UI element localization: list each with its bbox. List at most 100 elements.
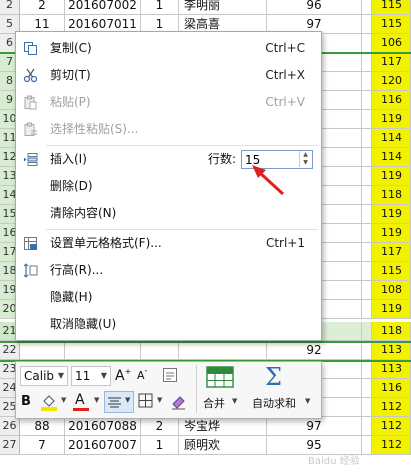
menu-item-delete[interactable]: 删除(D) <box>16 173 321 200</box>
grow-font-button[interactable]: A+ <box>115 366 133 386</box>
table-cell[interactable]: 2 <box>20 0 65 15</box>
menu-item-copy[interactable]: 复制(C) Ctrl+C <box>16 35 321 62</box>
table-cell[interactable]: 114 <box>372 129 411 148</box>
rows-count-spinner[interactable]: ▲ ▼ <box>299 151 311 168</box>
table-cell[interactable]: 201607088 <box>65 417 141 436</box>
chevron-down-icon[interactable]: ▼ <box>94 396 99 404</box>
eraser-button[interactable] <box>170 393 188 413</box>
table-cell[interactable] <box>362 224 372 243</box>
shrink-font-button[interactable]: A- <box>137 366 153 386</box>
table-cell[interactable] <box>179 341 267 360</box>
table-cell[interactable] <box>362 15 372 34</box>
table-cell[interactable]: 2 <box>141 417 179 436</box>
table-cell[interactable] <box>65 341 141 360</box>
table-cell[interactable]: 119 <box>372 224 411 243</box>
bold-button[interactable]: B <box>21 392 35 412</box>
font-color-button[interactable]: A ▼ <box>73 392 103 412</box>
table-cell[interactable]: 7 <box>20 436 65 455</box>
spin-up-icon[interactable]: ▲ <box>299 151 311 159</box>
chevron-down-icon[interactable]: ▼ <box>232 397 237 405</box>
table-cell[interactable]: 岑宝烨 <box>179 417 267 436</box>
table-cell[interactable]: 114 <box>372 148 411 167</box>
table-cell[interactable] <box>362 322 372 341</box>
table-cell[interactable]: 113 <box>372 341 411 360</box>
table-cell[interactable]: 119 <box>372 167 411 186</box>
table-cell[interactable] <box>141 341 179 360</box>
table-cell[interactable]: 112 <box>372 398 411 417</box>
chevron-down-icon[interactable]: ▼ <box>58 367 64 385</box>
table-cell[interactable]: 92 <box>267 341 362 360</box>
chevron-down-icon[interactable]: ▼ <box>157 396 162 404</box>
chevron-down-icon[interactable]: ▼ <box>61 396 66 404</box>
table-cell[interactable]: 112 <box>372 436 411 455</box>
table-cell[interactable] <box>362 34 372 53</box>
fill-color-button[interactable]: ▼ <box>40 393 70 413</box>
borders-button[interactable]: ▼ <box>138 393 168 413</box>
menu-item-paste[interactable]: 粘贴(P) Ctrl+V <box>16 89 321 116</box>
chevron-down-icon[interactable]: ▼ <box>101 367 107 385</box>
table-cell[interactable]: 97 <box>267 417 362 436</box>
table-cell[interactable] <box>362 360 372 379</box>
font-size-combo[interactable]: 11 ▼ <box>71 366 111 386</box>
row-header[interactable]: 26 <box>0 417 20 436</box>
table-cell[interactable] <box>362 205 372 224</box>
table-cell[interactable] <box>362 0 372 15</box>
chevron-down-icon[interactable]: ▼ <box>305 397 310 405</box>
table-cell[interactable]: 88 <box>20 417 65 436</box>
table-cell[interactable] <box>362 91 372 110</box>
menu-item-unhide[interactable]: 取消隐藏(U) <box>16 311 321 338</box>
format-painter-box-button[interactable] <box>162 367 178 383</box>
table-cell[interactable] <box>20 341 65 360</box>
table-cell[interactable] <box>362 341 372 360</box>
table-row[interactable]: 2 2 201607002 1 李明丽 96 115 <box>0 0 411 15</box>
table-cell[interactable] <box>362 72 372 91</box>
table-cell[interactable] <box>362 186 372 205</box>
menu-item-insert[interactable]: 插入(I) 行数: ▲ ▼ <box>16 146 321 173</box>
table-cell[interactable]: 119 <box>372 110 411 129</box>
autosum-button[interactable]: Σ 自动求和 ▼ <box>248 363 316 416</box>
menu-item-clear-contents[interactable]: 清除内容(N) <box>16 200 321 227</box>
align-button[interactable]: ▼ <box>104 391 134 413</box>
table-cell[interactable]: 118 <box>372 186 411 205</box>
table-cell[interactable] <box>362 53 372 72</box>
table-cell[interactable]: 1 <box>141 436 179 455</box>
menu-item-format-cells[interactable]: 设置单元格格式(F)... Ctrl+1 <box>16 230 321 257</box>
table-cell[interactable]: 119 <box>372 205 411 224</box>
table-cell[interactable] <box>362 417 372 436</box>
table-cell[interactable]: 201607002 <box>65 0 141 15</box>
table-cell[interactable] <box>362 300 372 319</box>
table-cell[interactable]: 116 <box>372 379 411 398</box>
table-cell[interactable]: 201607007 <box>65 436 141 455</box>
table-cell[interactable] <box>362 129 372 148</box>
table-cell[interactable] <box>362 262 372 281</box>
table-cell[interactable] <box>362 379 372 398</box>
table-cell[interactable] <box>362 110 372 129</box>
row-header[interactable]: 2 <box>0 0 20 15</box>
table-row[interactable]: 26 88 201607088 2 岑宝烨 97 112 <box>0 417 411 436</box>
table-cell[interactable]: 117 <box>372 243 411 262</box>
table-cell[interactable]: 李明丽 <box>179 0 267 15</box>
table-cell[interactable]: 115 <box>372 0 411 15</box>
table-cell[interactable]: 顾明欢 <box>179 436 267 455</box>
table-cell[interactable]: 118 <box>372 322 411 341</box>
chevron-down-icon[interactable]: ▼ <box>125 396 130 404</box>
table-cell[interactable] <box>362 398 372 417</box>
merge-button[interactable]: 合并 ▼ <box>201 364 243 416</box>
spin-down-icon[interactable]: ▼ <box>299 159 311 167</box>
menu-item-paste-special[interactable]: 选择性粘贴(S)... <box>16 116 321 143</box>
table-cell[interactable]: 113 <box>372 360 411 379</box>
table-cell[interactable] <box>362 281 372 300</box>
table-cell[interactable]: 119 <box>372 300 411 319</box>
table-cell[interactable]: 117 <box>372 53 411 72</box>
menu-item-hide[interactable]: 隐藏(H) <box>16 284 321 311</box>
font-name-combo[interactable]: Calib ▼ <box>20 366 68 386</box>
table-cell[interactable]: 120 <box>372 72 411 91</box>
row-header[interactable]: 27 <box>0 436 20 455</box>
table-cell[interactable]: 96 <box>267 0 362 15</box>
row-header[interactable]: 22 <box>0 341 20 360</box>
table-cell[interactable] <box>362 167 372 186</box>
table-cell[interactable] <box>362 148 372 167</box>
table-cell[interactable]: 112 <box>372 417 411 436</box>
table-row[interactable]: 22 92 113 <box>0 341 411 360</box>
table-cell[interactable]: 115 <box>372 15 411 34</box>
